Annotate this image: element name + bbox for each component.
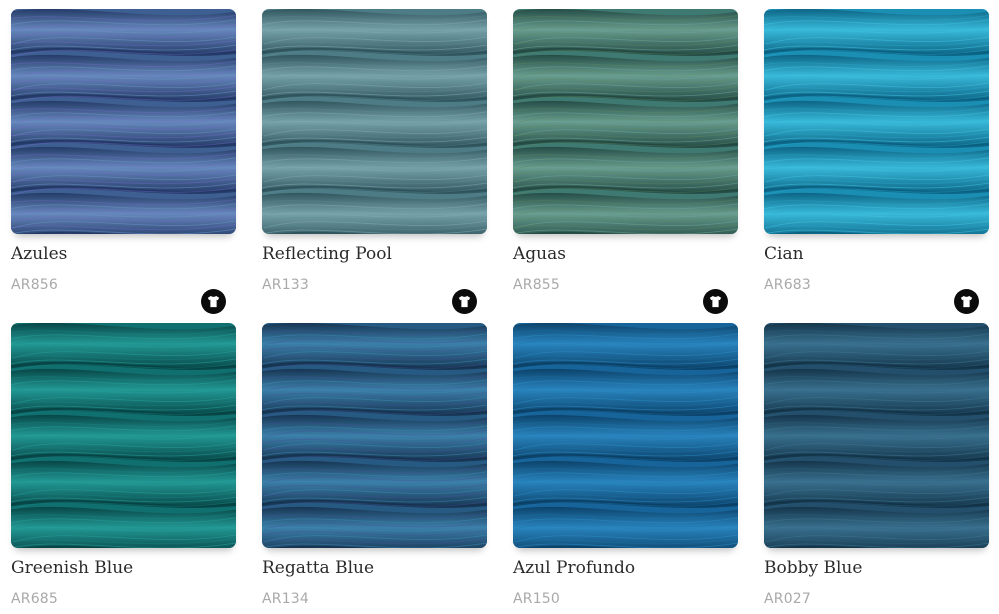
colorway-name[interactable]: Regatta Blue [262,558,374,578]
t-shirt-icon[interactable] [452,289,477,314]
colorway-name[interactable]: Bobby Blue [764,558,862,578]
t-shirt-icon[interactable] [954,289,979,314]
colorway-code: AR685 [11,591,59,607]
yarn-swatch-image[interactable] [764,323,989,548]
colorway-name[interactable]: Aguas [513,244,566,264]
colorway-code: AR134 [262,591,310,607]
yarn-swatch-image[interactable] [262,323,487,548]
colorway-name[interactable]: Reflecting Pool [262,244,392,264]
colorway-code: AR683 [764,277,812,293]
colorway-code: AR855 [513,277,561,293]
t-shirt-icon[interactable] [703,289,728,314]
yarn-swatch-image[interactable] [513,9,738,234]
yarn-swatch-image[interactable] [11,323,236,548]
yarn-swatch-image[interactable] [262,9,487,234]
colorway-name[interactable]: Cian [764,244,804,264]
colorway-code: AR150 [513,591,561,607]
colorway-code: AR027 [764,591,812,607]
colorway-code: AR856 [11,277,59,293]
yarn-swatch-image[interactable] [11,9,236,234]
t-shirt-icon[interactable] [201,289,226,314]
colorway-name[interactable]: Azules [11,244,67,264]
colorway-name[interactable]: Azul Profundo [513,558,635,578]
yarn-swatch-image[interactable] [764,9,989,234]
colorway-name[interactable]: Greenish Blue [11,558,133,578]
yarn-swatch-image[interactable] [513,323,738,548]
colorway-code: AR133 [262,277,310,293]
